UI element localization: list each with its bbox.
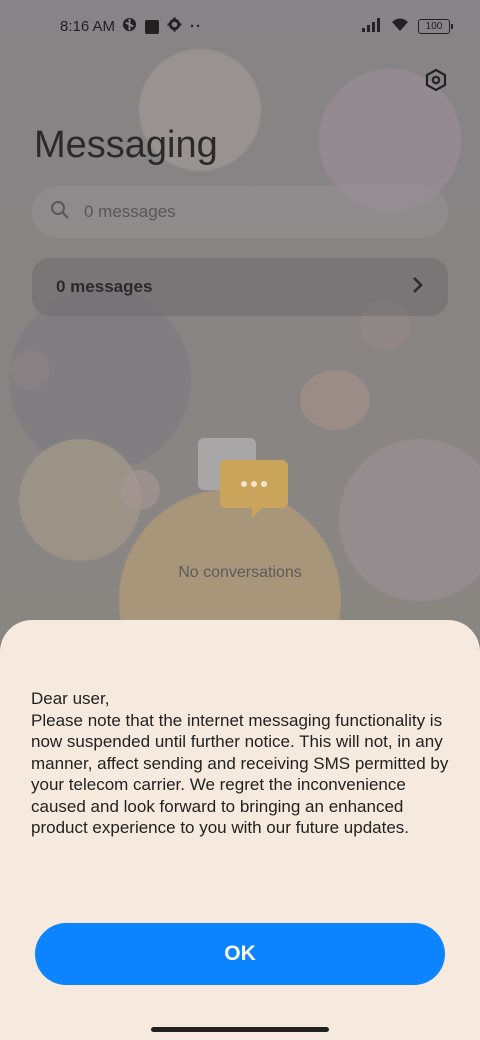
- page-title: Messaging: [34, 124, 218, 166]
- gear-status-icon: [167, 17, 182, 36]
- home-indicator[interactable]: [151, 1027, 329, 1032]
- app-notification-icon: [145, 19, 159, 34]
- messages-summary-row[interactable]: 0 messages: [32, 258, 448, 316]
- notice-greeting: Dear user,: [31, 689, 110, 708]
- signal-icon: [362, 17, 382, 36]
- vpn-icon: [122, 17, 137, 36]
- ok-button[interactable]: OK: [35, 923, 445, 985]
- wifi-icon: [390, 17, 410, 36]
- battery-icon: 100: [418, 19, 453, 34]
- chat-bubbles-icon: [196, 438, 288, 518]
- notice-body: Please note that the internet messaging …: [31, 710, 449, 838]
- notice-message: Dear user, Please note that the internet…: [31, 688, 461, 839]
- status-time: 8:16 AM: [60, 18, 116, 35]
- search-placeholder: 0 messages: [84, 202, 176, 221]
- messages-count-label: 0 messages: [56, 277, 153, 296]
- more-dots-icon: ··: [190, 18, 202, 35]
- settings-button[interactable]: [424, 68, 448, 92]
- chevron-right-icon: [412, 276, 424, 299]
- settings-hex-icon: [425, 68, 447, 92]
- empty-state-text: No conversations: [178, 564, 302, 581]
- search-icon: [50, 200, 70, 225]
- search-bar[interactable]: 0 messages: [32, 186, 448, 238]
- status-bar: 8:16 AM ·· 100: [0, 14, 480, 42]
